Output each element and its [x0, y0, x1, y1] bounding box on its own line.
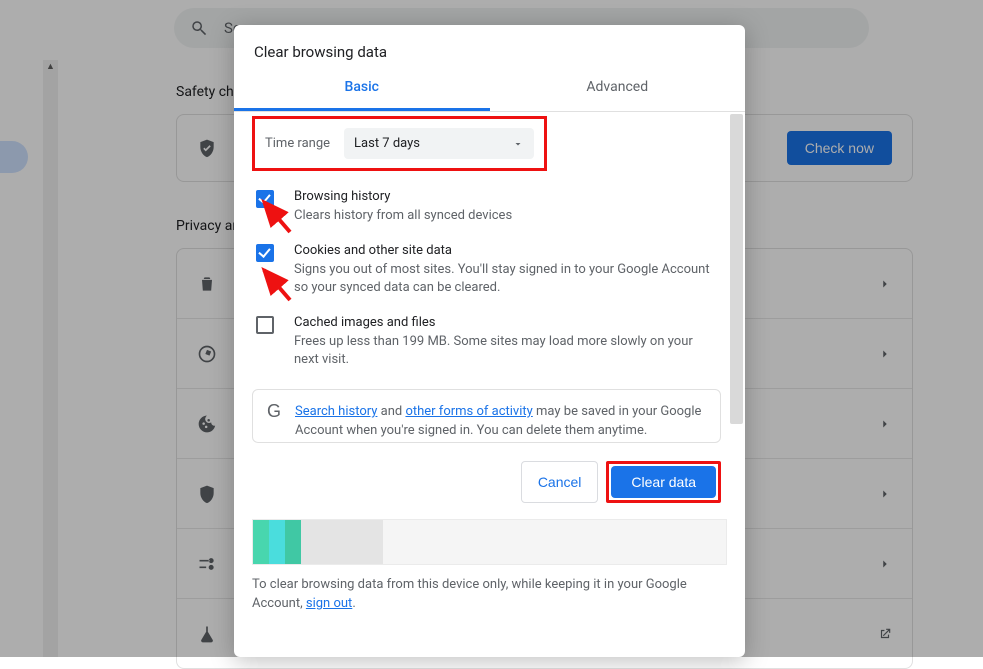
checkbox-cached[interactable] — [256, 316, 274, 334]
time-range-value: Last 7 days — [354, 136, 420, 151]
dialog-title: Clear browsing data — [234, 25, 745, 67]
cancel-button[interactable]: Cancel — [521, 461, 599, 503]
option-cached[interactable]: Cached images and files Frees up less th… — [256, 315, 713, 369]
tab-advanced[interactable]: Advanced — [490, 67, 746, 111]
time-range-label: Time range — [265, 136, 330, 151]
checkbox-cookies[interactable] — [256, 244, 274, 262]
time-range-highlight: Time range Last 7 days — [252, 116, 547, 171]
dialog-footer-note: To clear browsing data from this device … — [252, 575, 727, 613]
option-desc: Frees up less than 199 MB. Some sites ma… — [294, 333, 713, 369]
google-g-icon: G — [267, 402, 281, 430]
option-cookies[interactable]: Cookies and other site data Signs you ou… — [256, 243, 713, 297]
clear-data-button[interactable]: Clear data — [611, 466, 716, 498]
chevron-down-icon — [512, 138, 524, 150]
option-browsing-history[interactable]: Browsing history Clears history from all… — [256, 189, 713, 225]
redacted-account-strip — [252, 519, 727, 565]
clear-data-highlight: Clear data — [606, 461, 721, 503]
option-desc: Signs you out of most sites. You'll stay… — [294, 261, 713, 297]
tab-basic[interactable]: Basic — [234, 67, 490, 111]
option-desc: Clears history from all synced devices — [294, 207, 512, 225]
option-title: Cached images and files — [294, 315, 435, 330]
dialog-scrollbar[interactable] — [730, 114, 743, 424]
google-account-info: G Search history and other forms of acti… — [252, 389, 721, 443]
other-activity-link[interactable]: other forms of activity — [405, 404, 532, 419]
dialog-tabs: Basic Advanced — [234, 67, 745, 112]
option-title: Cookies and other site data — [294, 243, 452, 258]
sign-out-link[interactable]: sign out — [306, 596, 352, 611]
clear-browsing-data-dialog: Clear browsing data Basic Advanced Time … — [234, 25, 745, 657]
checkbox-browsing-history[interactable] — [256, 190, 274, 208]
option-title: Browsing history — [294, 189, 390, 204]
search-history-link[interactable]: Search history — [295, 404, 377, 419]
time-range-select[interactable]: Last 7 days — [344, 128, 534, 159]
